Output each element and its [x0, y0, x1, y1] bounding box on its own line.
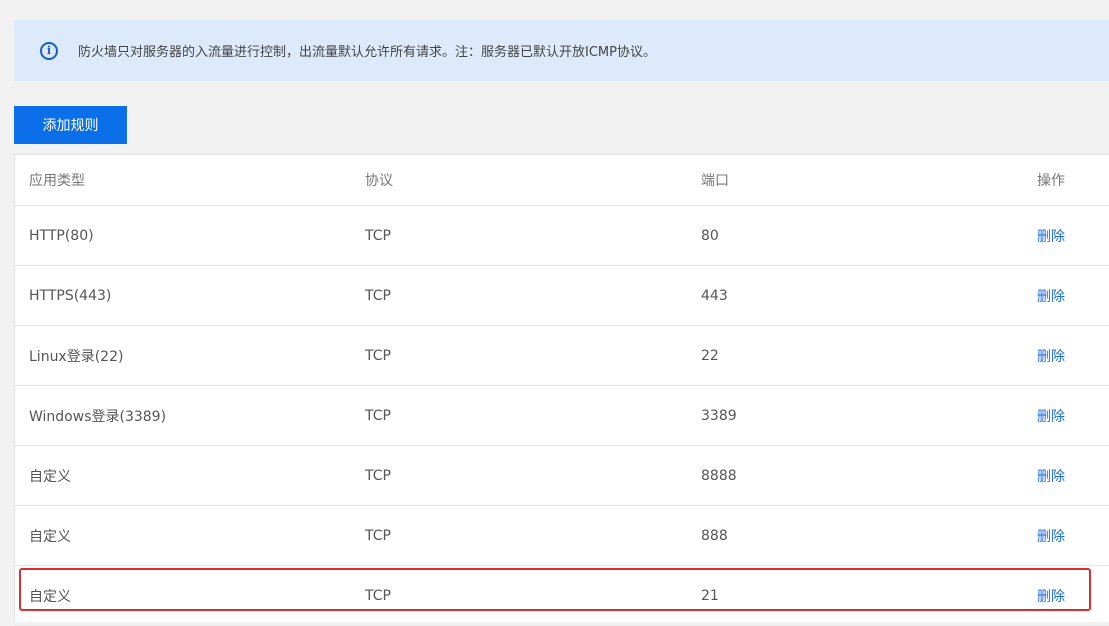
protocol-cell: TCP	[365, 587, 391, 604]
protocol-cell: TCP	[365, 527, 391, 544]
firewall-rules-table: 应用类型 协议 端口 操作 HTTP(80) TCP 80 删除 HTTPS(4…	[14, 154, 1109, 626]
protocol-cell: TCP	[365, 347, 391, 364]
table-row: 自定义 TCP 21 删除	[15, 566, 1109, 626]
add-rule-button[interactable]: 添加规则	[14, 106, 127, 144]
table-row: HTTPS(443) TCP 443 删除	[15, 266, 1109, 326]
table-row: 自定义 TCP 8888 删除	[15, 446, 1109, 506]
column-header-protocol: 协议	[365, 173, 393, 189]
table-row: 自定义 TCP 888 删除	[15, 506, 1109, 566]
protocol-cell: TCP	[365, 287, 391, 304]
column-header-port: 端口	[701, 173, 729, 189]
port-cell: 443	[701, 287, 728, 304]
protocol-cell: TCP	[365, 407, 391, 424]
port-cell: 8888	[701, 467, 737, 484]
port-cell: 22	[701, 347, 719, 364]
table-row: Linux登录(22) TCP 22 删除	[15, 326, 1109, 386]
port-cell: 80	[701, 227, 719, 244]
protocol-cell: TCP	[365, 467, 391, 484]
app-type-cell: HTTP(80)	[29, 227, 94, 244]
info-icon: i	[40, 41, 58, 60]
app-type-cell: 自定义	[29, 528, 71, 545]
delete-link[interactable]: 删除	[1037, 286, 1065, 306]
delete-link[interactable]: 删除	[1037, 346, 1065, 366]
delete-link[interactable]: 删除	[1037, 466, 1065, 486]
delete-link[interactable]: 删除	[1037, 226, 1065, 246]
app-type-cell: 自定义	[29, 468, 71, 485]
delete-link[interactable]: 删除	[1037, 586, 1065, 606]
port-cell: 3389	[701, 407, 737, 424]
column-header-app-type: 应用类型	[29, 173, 85, 189]
delete-link[interactable]: 删除	[1037, 526, 1065, 546]
app-type-cell: 自定义	[29, 588, 71, 605]
table-header: 应用类型 协议 端口 操作	[15, 155, 1109, 206]
app-type-cell: Linux登录(22)	[29, 348, 124, 365]
table-row: Windows登录(3389) TCP 3389 删除	[15, 386, 1109, 446]
column-header-action: 操作	[1037, 173, 1065, 189]
notice-text: 防火墙只对服务器的入流量进行控制，出流量默认允许所有请求。注：服务器已默认开放I…	[78, 45, 656, 60]
app-type-cell: HTTPS(443)	[29, 287, 112, 304]
port-cell: 21	[701, 587, 719, 604]
table-row: HTTP(80) TCP 80 删除	[15, 206, 1109, 266]
protocol-cell: TCP	[365, 227, 391, 244]
port-cell: 888	[701, 527, 728, 544]
info-notice: i 防火墙只对服务器的入流量进行控制，出流量默认允许所有请求。注：服务器已默认开…	[14, 20, 1109, 81]
app-type-cell: Windows登录(3389)	[29, 408, 167, 425]
delete-link[interactable]: 删除	[1037, 406, 1065, 426]
